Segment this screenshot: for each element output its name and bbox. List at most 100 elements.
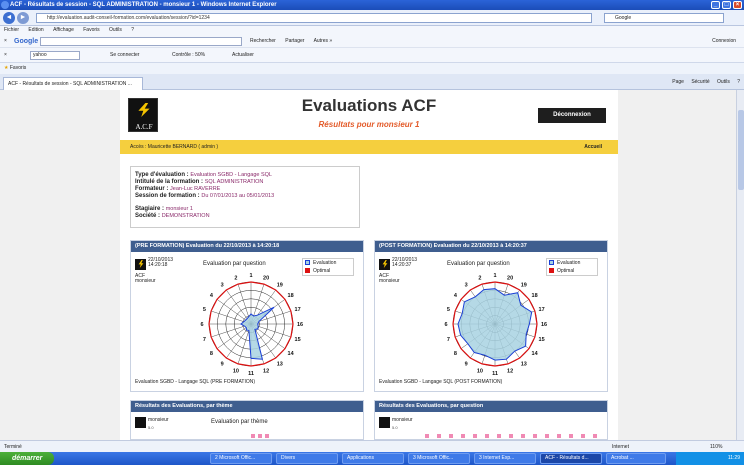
taskbar-item-active[interactable]: ACF - Résultats d...	[540, 453, 602, 464]
axis-label-6: 6	[444, 322, 447, 328]
question-results-panel: Résultats des Evaluations, par question …	[374, 400, 608, 440]
axis-label-6: 6	[200, 322, 203, 328]
axis-label-2: 2	[234, 275, 237, 281]
close-toolbar-icon[interactable]: ×	[4, 35, 7, 48]
legend-eval-swatch	[549, 260, 554, 266]
axis-label-19: 19	[277, 282, 283, 288]
taskbar-item[interactable]: 3 Microsoft Offic...	[408, 453, 470, 464]
browser-tab[interactable]: ACF - Résultats de session - SQL ADMINIS…	[3, 77, 143, 90]
tools-menu[interactable]: Outils	[717, 79, 730, 85]
post-panel-header: (POST FORMATION) Evaluation du 22/10/201…	[375, 241, 607, 252]
access-info: Accès : Mauricette BERNARD ( admin )	[130, 144, 219, 150]
menu-edition[interactable]: Edition	[28, 27, 43, 33]
theme-panel-header: Résultats des Evaluations, par thème	[131, 401, 363, 412]
menu-fichier[interactable]: Fichier	[4, 27, 19, 33]
google-more-button[interactable]: Autres »	[314, 38, 333, 44]
url-field[interactable]: http://evaluation.audit-conseil-formatio…	[36, 13, 592, 23]
menu-affichage[interactable]: Affichage	[53, 27, 74, 33]
axis-label-13: 13	[277, 362, 283, 368]
address-bar: ◄ ► http://evaluation.audit-conseil-form…	[0, 10, 744, 26]
status-bar: Terminé Internet 110%	[0, 440, 744, 452]
google-share-button[interactable]: Partager	[285, 38, 304, 44]
axis-label-19: 19	[521, 282, 527, 288]
tab-bar: ACF - Résultats de session - SQL ADMINIS…	[0, 74, 744, 90]
axis-label-20: 20	[507, 275, 513, 281]
back-icon[interactable]: ◄	[3, 12, 15, 24]
axis-label-7: 7	[447, 337, 450, 343]
question-who: monsieur	[392, 417, 413, 423]
post-formation-panel: (POST FORMATION) Evaluation du 22/10/201…	[374, 240, 608, 392]
maximize-button[interactable]: □	[722, 1, 731, 9]
axis-label-8: 8	[454, 351, 457, 357]
axis-label-1: 1	[493, 273, 496, 279]
menu-help[interactable]: ?	[131, 27, 134, 33]
axis-label-17: 17	[295, 307, 301, 313]
axis-label-9: 9	[465, 362, 468, 368]
taskbar-item[interactable]: Acrobat ...	[606, 453, 666, 464]
google-toolbar: × Google Rechercher Partager Autres » Co…	[0, 35, 744, 48]
signin-button[interactable]: Se connecter	[110, 48, 139, 63]
close-toolbar-icon[interactable]: ×	[4, 48, 7, 63]
axis-label-14: 14	[288, 351, 295, 357]
page-menu[interactable]: Page	[672, 79, 684, 85]
question-panel-header: Résultats des Evaluations, par question	[375, 401, 607, 412]
taskbar-item[interactable]: Divers	[276, 453, 338, 464]
vertical-scrollbar[interactable]	[736, 90, 744, 440]
search-field[interactable]: Google	[604, 13, 724, 23]
google-search-button[interactable]: Rechercher	[250, 38, 276, 44]
legend-opt-label: Optimal	[313, 268, 331, 274]
taskbar-item[interactable]: Applications	[342, 453, 404, 464]
control-button[interactable]: Contrôle : 50%	[172, 48, 205, 63]
session-info-box: Type d'évaluation : Evaluation SGBD - La…	[130, 166, 360, 228]
home-link[interactable]: Accueil	[584, 140, 602, 154]
legend-eval-swatch	[305, 260, 310, 266]
menu-favoris[interactable]: Favoris	[83, 27, 99, 33]
taskbar-item[interactable]: 3 Internet Exp...	[474, 453, 536, 464]
star-icon[interactable]: ★	[4, 65, 8, 71]
yahoo-search-input[interactable]: yahoo	[30, 51, 80, 60]
course-label: Intitulé de la formation :	[135, 179, 204, 185]
window-title: ACF - Résultats de session - SQL ADMINIS…	[10, 2, 277, 8]
google-logo: Google	[14, 38, 39, 45]
scroll-thumb[interactable]	[738, 110, 744, 190]
logout-button[interactable]: Déconnexion	[538, 108, 606, 123]
axis-label-5: 5	[447, 307, 450, 313]
taskbar: démarrer 2 Microsoft Offic... Divers App…	[0, 452, 744, 465]
minimize-button[interactable]: _	[711, 1, 720, 9]
yahoo-toolbar: × yahoo Se connecter Contrôle : 50% Actu…	[0, 48, 744, 63]
axis-label-1: 1	[249, 273, 252, 279]
close-window-button[interactable]: ×	[733, 1, 742, 9]
trainee-value: monsieur 1	[165, 206, 193, 212]
connexion-link[interactable]: Connexion	[712, 35, 736, 48]
legend-opt-label: Optimal	[557, 268, 575, 274]
pre-radar-chart: 1 20 19 18 17 16 15 14 13 12 11 10 9 8 7 6 5 4 3 2	[200, 273, 303, 377]
axis-label-11: 11	[492, 371, 498, 377]
axis-label-15: 15	[295, 337, 301, 343]
menu-outils[interactable]: Outils	[109, 27, 122, 33]
forward-icon[interactable]: ►	[17, 12, 29, 24]
post-who: monsieur	[379, 278, 400, 284]
system-tray: 11:29	[676, 452, 744, 465]
type-value: Evaluation SGBD - Langage SQL	[190, 172, 272, 178]
security-menu[interactable]: Sécurité	[691, 79, 709, 85]
favorites-button[interactable]: Favoris	[10, 65, 26, 71]
legend-eval-label: Evaluation	[557, 260, 581, 266]
pre-panel-header: (PRE FORMATION) Evaluation du 22/10/2013…	[131, 241, 363, 252]
axis-label-5: 5	[203, 307, 206, 313]
axis-label-12: 12	[507, 369, 513, 375]
session-label: Session de formation :	[135, 193, 200, 199]
axis-label-4: 4	[210, 293, 214, 299]
company-value: DEMONSTRATION	[161, 213, 210, 219]
refresh-button[interactable]: Actualiser	[232, 48, 254, 63]
access-bar: Accès : Mauricette BERNARD ( admin ) Acc…	[120, 140, 618, 154]
pre-chart-title: Evaluation par question	[203, 261, 266, 267]
evaluation-series	[457, 288, 533, 361]
course-value: SQL ADMINISTRATION	[204, 179, 264, 185]
post-radar-chart: 1 20 19 18 17 16 15 14 13 12 11 10 9 8 7 6 5 4 3 2	[444, 273, 547, 377]
google-search-input[interactable]	[40, 37, 242, 46]
pre-formation-panel: (PRE FORMATION) Evaluation du 22/10/2013…	[130, 240, 364, 392]
help-menu[interactable]: ?	[737, 79, 740, 85]
taskbar-item[interactable]: 2 Microsoft Offic...	[210, 453, 272, 464]
axis-label-7: 7	[203, 337, 206, 343]
start-button[interactable]: démarrer	[0, 452, 54, 465]
